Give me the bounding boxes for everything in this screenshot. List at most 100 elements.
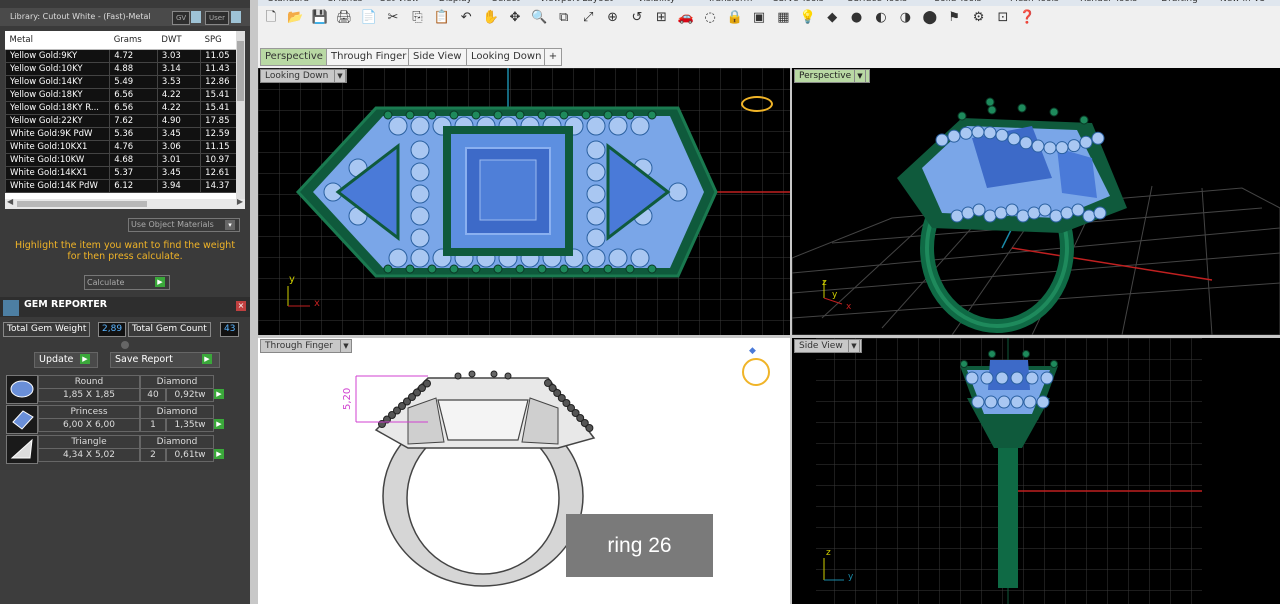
paste-icon[interactable]: 📋 (433, 9, 451, 27)
save-report-go-icon[interactable]: ▶ (202, 354, 212, 364)
table-row[interactable]: Yellow Gold:9KY 4.72 3.03 11.05 (5, 49, 240, 63)
print-icon[interactable]: 🖨 (335, 9, 353, 27)
viewport-label-through-finger[interactable]: Through Finger (260, 339, 352, 353)
gv-toggle[interactable] (191, 11, 201, 23)
sphere-shaded-icon[interactable]: ◐ (872, 9, 890, 27)
zoom-selected-icon[interactable]: ⊕ (604, 9, 622, 27)
update-go-icon[interactable]: ▶ (80, 354, 90, 364)
sphere-rendered-icon[interactable]: ◑ (896, 9, 914, 27)
gem-count: 2 (140, 448, 166, 462)
zoom-extents-icon[interactable]: ⤢ (579, 9, 597, 27)
calculate-go-icon[interactable]: ▶ (155, 277, 165, 287)
gem-stone (586, 140, 606, 160)
gem-row-triangle[interactable]: Triangle Diamond 4,34 X 5,02 2 0,61tw ▶ (6, 435, 224, 464)
zoom-icon[interactable]: 🔍 (530, 9, 548, 27)
table-row[interactable]: Yellow Gold:18KY R... 6.56 4.22 15.41 (5, 101, 240, 115)
gem-select-icon[interactable]: ▶ (214, 389, 224, 399)
viewport-horizontal-divider[interactable] (258, 335, 1280, 338)
new-icon[interactable]: 🗋 (262, 9, 280, 27)
table-row[interactable]: White Gold:9K PdW 5.36 3.45 12.59 (5, 127, 240, 141)
column-header-grams[interactable]: Grams (109, 31, 158, 50)
tab-looking-down[interactable]: Looking Down (466, 48, 547, 66)
table-row[interactable]: White Gold:14K PdW 6.12 3.94 14.37 (5, 179, 240, 193)
options-icon[interactable]: ⚑ (945, 9, 963, 27)
zoom-window-icon[interactable]: ⧉ (555, 9, 573, 27)
gem-row-round[interactable]: Round Diamond 1,85 X 1,85 40 0,92tw ▶ (6, 375, 224, 404)
layer-icon[interactable]: ▣ (750, 9, 768, 27)
open-icon[interactable]: 📂 (286, 9, 304, 27)
metal-table-scrollbar[interactable] (236, 31, 245, 199)
table-row[interactable]: White Gold:14KX1 5.37 3.45 12.61 (5, 166, 240, 180)
table-cell: 3.94 (156, 179, 202, 193)
scroll-left-icon[interactable]: ◀ (7, 197, 13, 206)
pan-icon[interactable]: ✋ (482, 9, 500, 27)
table-row[interactable]: Yellow Gold:18KY 6.56 4.22 15.41 (5, 88, 240, 102)
tab-side-view[interactable]: Side View (408, 48, 467, 66)
tab-perspective[interactable]: Perspective (260, 48, 328, 66)
viewport-side-view[interactable]: z y Side View ▼ (792, 338, 1280, 604)
gem-stone (608, 248, 628, 268)
gem-stone (987, 105, 997, 115)
chevron-down-icon[interactable]: ▼ (334, 69, 346, 83)
panel-divider[interactable] (250, 0, 258, 604)
gv-button[interactable]: GV (172, 11, 191, 25)
viewport-looking-down[interactable]: y x Looking Down ▼ (258, 68, 790, 335)
metal-table-horizontal-scrollbar[interactable]: ◀ ▶ (5, 197, 245, 209)
undo-icon[interactable]: ↶ (457, 9, 475, 27)
user-toggle[interactable] (231, 11, 241, 23)
lights-icon[interactable]: 💡 (799, 9, 817, 27)
rotate-view-icon[interactable]: ✥ (506, 9, 524, 27)
scroll-right-icon[interactable]: ▶ (237, 197, 243, 206)
table-row[interactable]: Yellow Gold:22KY 7.62 4.90 17.85 (5, 114, 240, 128)
table-cell: 15.41 (200, 101, 240, 115)
table-cell: 5.37 (109, 166, 158, 180)
gem-stone (625, 110, 635, 120)
add-viewport-tab-icon[interactable]: + (544, 48, 562, 66)
four-viewports-icon[interactable]: ⊞ (652, 9, 670, 27)
column-header-spg[interactable]: SPG (200, 31, 240, 50)
use-object-materials-dropdown[interactable]: Use Object Materials (128, 218, 240, 232)
save-icon[interactable]: 💾 (311, 9, 329, 27)
close-icon[interactable]: × (236, 301, 246, 311)
render-icon[interactable]: ◆ (823, 9, 841, 27)
table-row[interactable]: Yellow Gold:10KY 4.88 3.14 11.43 (5, 62, 240, 76)
car-icon[interactable]: 🚗 (677, 9, 695, 27)
gem-total-weight: 0,61tw (166, 448, 214, 462)
gem-select-icon[interactable]: ▶ (214, 419, 224, 429)
gear-icon[interactable]: ⚙ (970, 9, 988, 27)
undo-view-icon[interactable]: ↺ (628, 9, 646, 27)
chevron-down-icon[interactable]: ▼ (854, 69, 866, 83)
grid-snap-icon[interactable]: ⊡ (994, 9, 1012, 27)
viewport-vertical-divider[interactable] (790, 68, 792, 604)
object-properties-icon[interactable]: ▦ (774, 9, 792, 27)
user-button[interactable]: User (205, 11, 229, 25)
gem-select-icon[interactable]: ▶ (214, 449, 224, 459)
table-cell: 3.03 (156, 49, 202, 63)
lock-icon[interactable]: 🔒 (726, 9, 744, 27)
import-icon[interactable]: 📄 (360, 9, 378, 27)
viewport-perspective[interactable]: z y x Perspective ▼ (792, 68, 1280, 335)
column-header-dwt[interactable]: DWT (157, 31, 201, 50)
table-row[interactable]: White Gold:10KX1 4.76 3.06 11.15 (5, 140, 240, 154)
gem-row-princess[interactable]: Princess Diamond 6,00 X 6,00 1 1,35tw ▶ (6, 405, 224, 434)
hide-icon[interactable]: ◌ (701, 9, 719, 27)
gem-stone (537, 110, 547, 120)
gem-material: Diamond (140, 375, 214, 389)
gem-stone (581, 264, 591, 274)
chevron-down-icon[interactable]: ▼ (340, 339, 352, 353)
copy-icon[interactable]: ⎘ (408, 9, 426, 27)
tab-through-finger[interactable]: Through Finger (326, 48, 412, 66)
gem-stone (950, 209, 964, 223)
sphere-icon[interactable]: ⬤ (921, 9, 939, 27)
dropdown-arrow-icon[interactable]: ▾ (225, 220, 235, 230)
panel-splitter-handle[interactable] (121, 341, 129, 349)
gem-stone (1023, 395, 1037, 409)
column-header-metal[interactable]: Metal (5, 31, 110, 50)
chevron-down-icon[interactable]: ▼ (848, 339, 860, 353)
help-icon[interactable]: ❓ (1018, 9, 1036, 27)
table-row[interactable]: Yellow Gold:14KY 5.49 3.53 12.86 (5, 75, 240, 89)
cut-icon[interactable]: ✂ (384, 9, 402, 27)
color-icon[interactable]: ● (848, 9, 866, 27)
total-gem-weight-label: Total Gem Weight (3, 322, 91, 337)
table-row[interactable]: White Gold:10KW 4.68 3.01 10.97 (5, 153, 240, 167)
